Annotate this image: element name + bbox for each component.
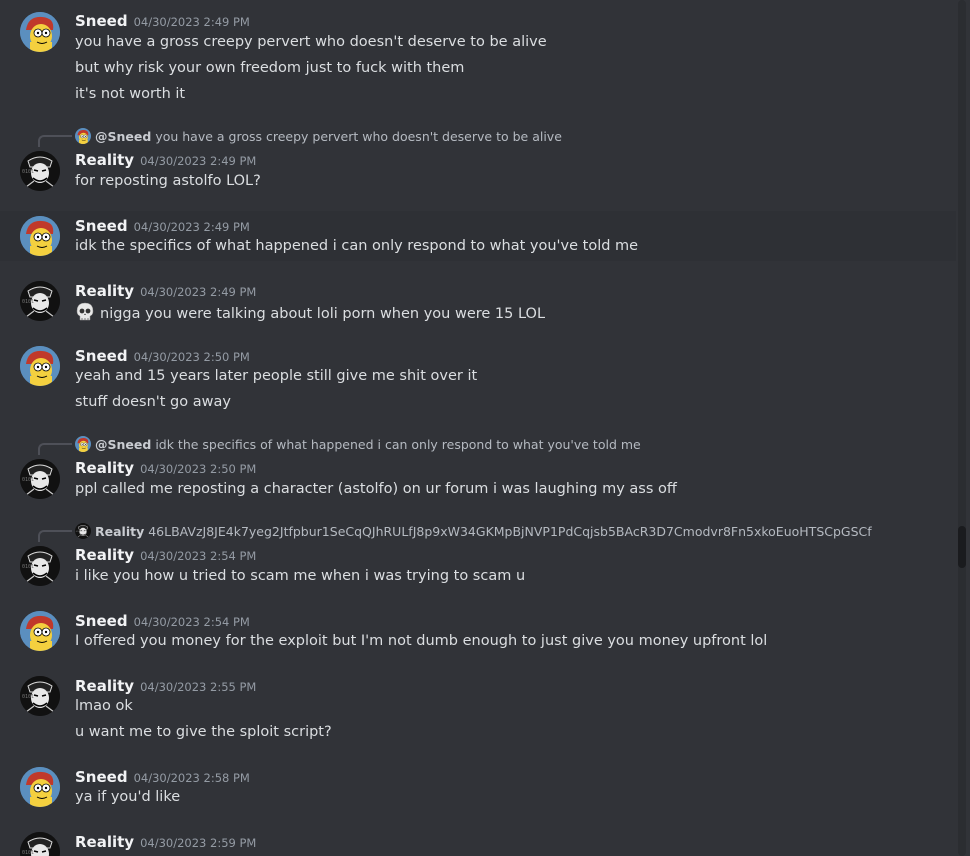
message-text: ya if you'd like <box>75 789 181 805</box>
message-text: but why risk your own freedom just to fu… <box>75 60 465 76</box>
timestamp: 04/30/2023 2:49 PM <box>133 15 250 29</box>
reply-text: idk the specifics of what happened i can… <box>155 436 641 452</box>
message-group: Reality 04/30/2023 2:49 PM nigga you were… <box>0 276 956 326</box>
message-group: Sneed 04/30/2023 2:49 PM idk the specific… <box>0 211 956 261</box>
skull-emoji-icon <box>75 302 95 322</box>
username[interactable]: Sneed <box>75 217 128 235</box>
username[interactable]: Reality <box>75 833 134 851</box>
timestamp: 04/30/2023 2:50 PM <box>140 462 257 476</box>
scrollbar-thumb[interactable] <box>958 526 966 568</box>
message-group: Sneed 04/30/2023 2:49 PM you have a gross… <box>0 0 956 120</box>
message-group: @Sneed idk the specifics of what happene… <box>0 428 956 508</box>
timestamp: 04/30/2023 2:55 PM <box>140 680 257 694</box>
timestamp: 04/30/2023 2:49 PM <box>140 285 257 299</box>
avatar[interactable] <box>20 767 60 807</box>
reply-spine <box>38 530 72 542</box>
reply-spine <box>38 443 72 455</box>
avatar[interactable] <box>20 611 60 651</box>
username[interactable]: Sneed <box>75 12 128 30</box>
reply-author[interactable]: @Sneed <box>95 437 151 452</box>
message-group: @Sneed you have a gross creepy pervert w… <box>0 120 956 210</box>
timestamp: 04/30/2023 2:58 PM <box>133 771 250 785</box>
reply-preview[interactable]: @Sneed idk the specifics of what happene… <box>75 436 641 452</box>
username[interactable]: Sneed <box>75 768 128 786</box>
message-text: for reposting astolfo LOL? <box>75 173 261 189</box>
message-text: I offered you money for the exploit but … <box>75 633 768 649</box>
message-text: ppl called me reposting a character (ast… <box>75 481 677 497</box>
message-group: Reality 04/30/2023 2:55 PM lmao ok u want… <box>0 671 956 751</box>
message-group: Sneed 04/30/2023 2:50 PM yeah and 15 year… <box>0 341 956 421</box>
timestamp: 04/30/2023 2:50 PM <box>133 350 250 364</box>
message-text-content: nigga you were talking about loli porn w… <box>100 306 546 322</box>
scrollbar-track[interactable] <box>958 0 966 856</box>
message-text: you have a gross creepy pervert who does… <box>75 34 547 50</box>
message-text: u want me to give the sploit script? <box>75 724 332 740</box>
message-text: lmao ok <box>75 698 133 714</box>
reply-preview[interactable]: @Sneed you have a gross creepy pervert w… <box>75 128 562 144</box>
reply-text: you have a gross creepy pervert who does… <box>155 128 562 144</box>
username[interactable]: Reality <box>75 282 134 300</box>
timestamp: 04/30/2023 2:54 PM <box>140 549 257 563</box>
avatar[interactable] <box>20 546 60 586</box>
avatar[interactable] <box>20 346 60 386</box>
avatar[interactable] <box>20 459 60 499</box>
timestamp: 04/30/2023 2:49 PM <box>133 220 250 234</box>
avatar[interactable] <box>20 832 60 856</box>
reply-author[interactable]: Reality <box>95 524 144 539</box>
message-text: idk the specifics of what happened i can… <box>75 238 639 254</box>
username[interactable]: Reality <box>75 151 134 169</box>
timestamp: 04/30/2023 2:49 PM <box>140 154 257 168</box>
avatar[interactable] <box>20 12 60 52</box>
message-text: nigga you were talking about loli porn w… <box>75 302 545 322</box>
avatar[interactable] <box>20 676 60 716</box>
message-text: it's not worth it <box>75 86 186 102</box>
username[interactable]: Reality <box>75 459 134 477</box>
username[interactable]: Sneed <box>75 347 128 365</box>
avatar[interactable] <box>20 151 60 191</box>
message-group: Reality 04/30/2023 2:59 PM <box>0 827 956 856</box>
username[interactable]: Sneed <box>75 612 128 630</box>
message-group: Reality 46LBAVzJ8JE4k7yeg2Jtfpbur1SeCqQJ… <box>0 515 956 595</box>
avatar <box>75 436 91 452</box>
timestamp: 04/30/2023 2:59 PM <box>140 836 257 850</box>
message-text: yeah and 15 years later people still giv… <box>75 368 478 384</box>
avatar <box>75 128 91 144</box>
timestamp: 04/30/2023 2:54 PM <box>133 615 250 629</box>
username[interactable]: Reality <box>75 677 134 695</box>
username[interactable]: Reality <box>75 546 134 564</box>
reply-preview[interactable]: Reality 46LBAVzJ8JE4k7yeg2Jtfpbur1SeCqQJ… <box>75 523 872 539</box>
message-group: Sneed 04/30/2023 2:58 PM ya if you'd like <box>0 762 956 812</box>
message-text: i like you how u tried to scam me when i… <box>75 568 526 584</box>
reply-author[interactable]: @Sneed <box>95 129 151 144</box>
avatar[interactable] <box>20 281 60 321</box>
avatar <box>75 523 91 539</box>
avatar[interactable] <box>20 216 60 256</box>
message-group: Sneed 04/30/2023 2:54 PM I offered you mo… <box>0 606 956 656</box>
reply-text: 46LBAVzJ8JE4k7yeg2Jtfpbur1SeCqQJhRULfJ8p… <box>148 523 872 539</box>
message-text: stuff doesn't go away <box>75 394 231 410</box>
reply-spine <box>38 135 72 147</box>
